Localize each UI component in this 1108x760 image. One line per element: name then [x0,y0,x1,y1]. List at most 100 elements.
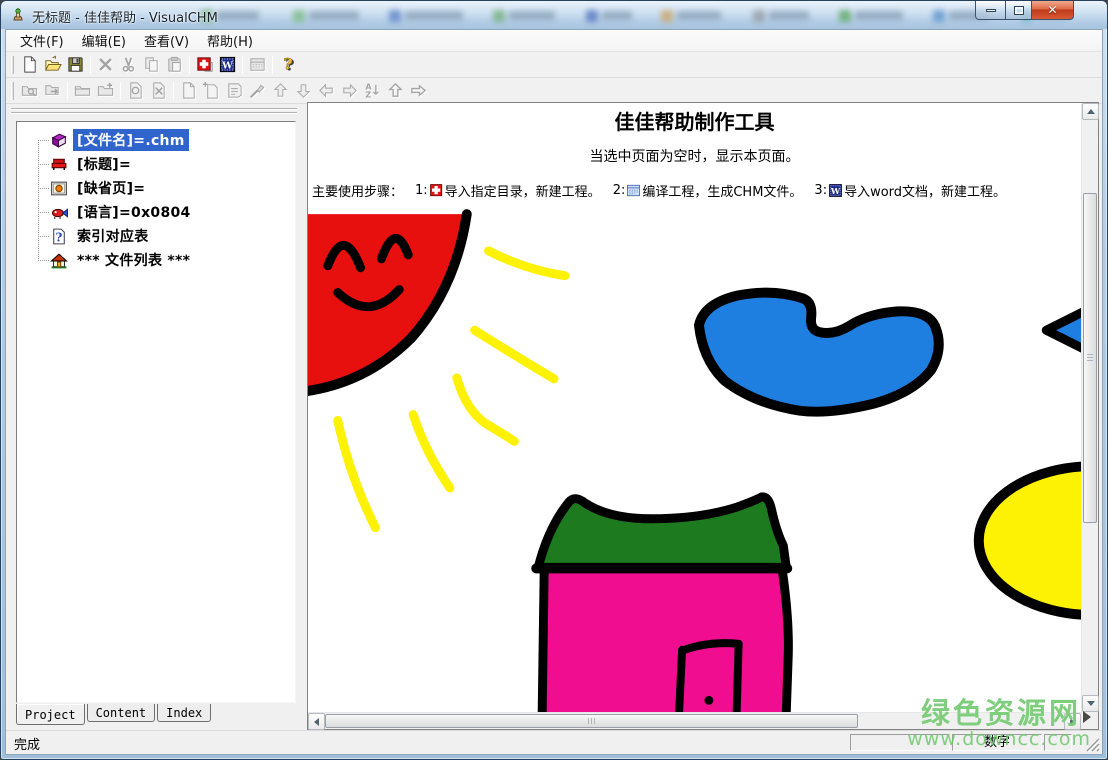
save-button[interactable] [64,54,87,76]
new-button[interactable] [18,54,41,76]
scroll-right-button[interactable] [1064,713,1081,730]
toolbar-separator [120,82,121,100]
move-right-button[interactable] [338,80,361,102]
tree-item-file-list[interactable]: *** 文件列表 *** [49,248,194,272]
tree-connector [38,188,49,189]
screenshot: 无标题 - 佳佳帮助 - VisualCHM ✕ 文件(F) 编辑(E) 查看(… [0,0,1108,760]
vertical-scroll-thumb[interactable] [1083,193,1097,523]
page-properties-button[interactable] [223,80,246,102]
help-button[interactable]: ?? [276,54,299,76]
word-import-button[interactable]: W [216,54,239,76]
right-arrow-icon [1070,718,1075,726]
panel-splitter-handle[interactable] [11,112,297,114]
picture-icon [49,179,69,198]
tree-item-filename[interactable]: [文件名]=.chm [49,128,189,152]
copy-icon [142,55,161,74]
open-button[interactable] [41,54,64,76]
tab-content[interactable]: Content [87,704,156,722]
down-arrow-icon [1087,701,1095,706]
import-directory-button[interactable] [193,54,216,76]
add-folder-button[interactable] [94,80,117,102]
export-folder-button[interactable] [41,80,64,102]
toolbar-separator [90,56,91,74]
tree-item-title[interactable]: [标题]= [49,152,135,176]
visualchm-window: 无标题 - 佳佳帮助 - VisualCHM ✕ 文件(F) 编辑(E) 查看(… [0,0,1108,760]
paste-button[interactable] [163,54,186,76]
tree-connector [38,260,49,261]
toolbar-grip[interactable] [11,82,14,100]
tab-project[interactable]: Project [16,704,85,725]
closed-folder-button[interactable] [71,80,94,102]
hollow-right-arrow-button[interactable] [407,80,430,102]
move-right-icon [340,81,359,100]
add-page-button[interactable] [200,80,223,102]
copy-button[interactable] [140,54,163,76]
maximize-button[interactable] [1005,1,1032,20]
tree-item-label: [文件名]=.chm [73,129,189,151]
taskbar-blur [293,8,359,23]
tree-item-label: [缺省页]= [73,177,149,199]
cut-button[interactable] [117,54,140,76]
delete-button[interactable] [94,54,117,76]
new-page-button[interactable] [177,80,200,102]
tree-item-label: [语言]=0x0804 [73,201,195,223]
remove-page-button[interactable] [124,80,147,102]
move-up-button[interactable] [269,80,292,102]
import-directory-icon [195,55,214,74]
panel-splitter-handle[interactable] [11,108,297,110]
scroll-left-button[interactable] [308,713,325,730]
minimize-button[interactable] [975,1,1006,20]
move-down-button[interactable] [292,80,315,102]
blue-cloud [699,293,939,412]
menu-file[interactable]: 文件(F) [11,29,73,53]
maximize-icon [1014,6,1024,15]
horizontal-scroll-thumb[interactable] [325,714,858,728]
hollow-right-arrow-icon [409,81,428,100]
left-arrow-icon [314,718,319,726]
panel-tabs: Project Content Index [16,704,213,727]
move-left-button[interactable] [315,80,338,102]
compile-icon [248,55,267,74]
toolbar-separator [67,82,68,100]
menu-edit[interactable]: 编辑(E) [73,29,135,53]
scroll-down-button[interactable] [1082,695,1099,712]
book-icon [49,131,69,150]
status-cell [850,734,950,751]
project-toolbar: AZ [6,78,1102,104]
menu-help[interactable]: 帮助(H) [198,29,262,53]
menu-view[interactable]: 查看(V) [135,29,198,53]
svg-text:W: W [221,60,233,71]
close-button[interactable]: ✕ [1031,1,1074,20]
tab-index[interactable]: Index [157,704,211,722]
delete-icon [96,55,115,74]
style-brush-button[interactable] [246,80,269,102]
tree-connector [38,140,39,261]
view-folders-button[interactable] [18,80,41,102]
compile-button[interactable] [246,54,269,76]
tree-connector [38,164,49,165]
scrollbar-corner [1081,712,1098,729]
menu-bar: 文件(F) 编辑(E) 查看(V) 帮助(H) [6,30,1102,52]
tree-item-index-map[interactable]: ? 索引对应表 [49,224,153,248]
resize-grip[interactable] [1086,738,1100,752]
workspace: [文件名]=.chm [标题]= [缺省页]= [语言]=0x0804 [6,104,1102,730]
taskbar-blur [389,8,463,23]
remove-page-icon [126,81,145,100]
tree-item-default-page[interactable]: [缺省页]= [49,176,149,200]
tree-item-language[interactable]: [语言]=0x0804 [49,200,195,224]
toolbar-grip[interactable] [11,56,14,74]
sort-az-button[interactable]: AZ [361,80,384,102]
view-folders-icon [20,81,39,100]
house-roof [538,497,786,568]
delete-page-button[interactable] [147,80,170,102]
sofa-icon [49,155,69,174]
standard-toolbar: W ?? [6,52,1102,78]
new-file-icon [20,55,39,74]
scroll-up-button[interactable] [1082,103,1099,120]
hollow-up-arrow-button[interactable] [384,80,407,102]
tree-item-label: [标题]= [73,153,135,175]
taskbar-blur [753,8,809,23]
horizontal-scrollbar[interactable] [308,712,1081,729]
tree-item-label: *** 文件列表 *** [73,249,194,271]
vertical-scrollbar[interactable] [1081,103,1098,712]
